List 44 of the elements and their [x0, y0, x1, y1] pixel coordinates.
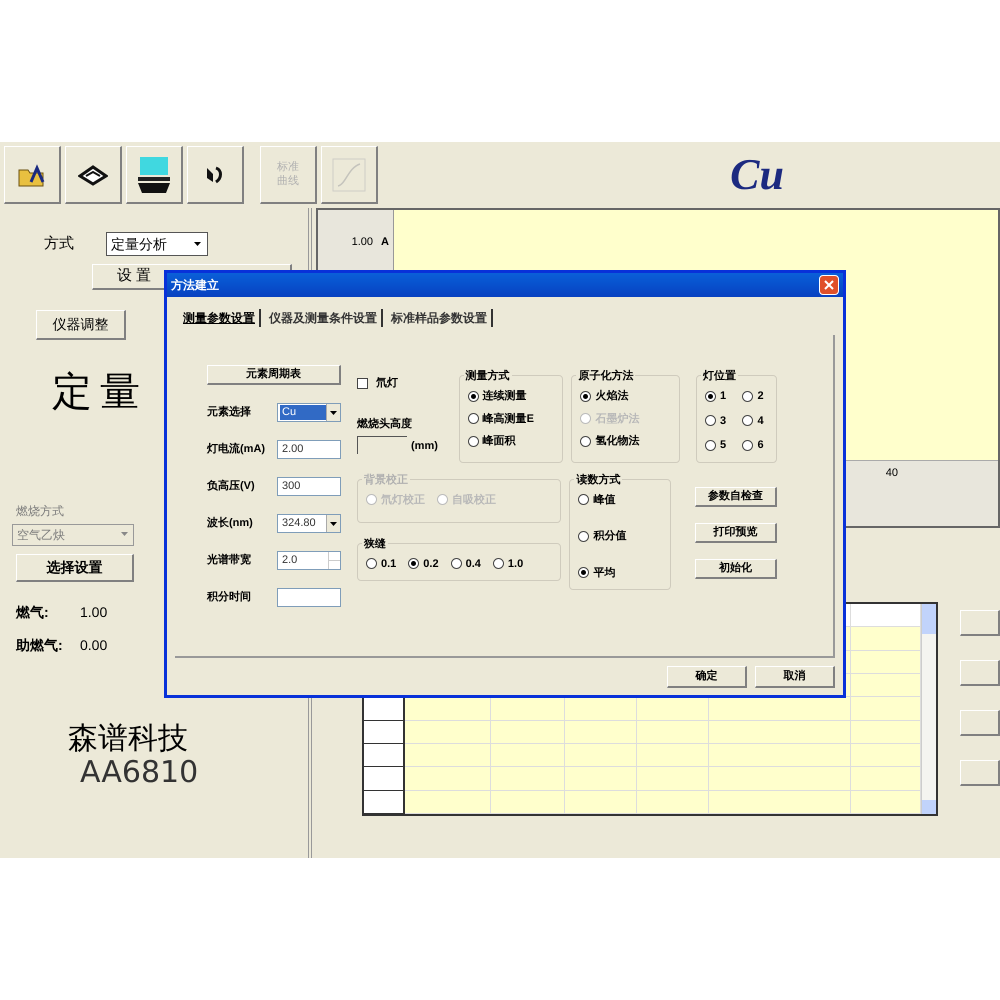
option-label: 1	[720, 389, 726, 404]
field-label: 积分时间	[207, 590, 251, 606]
reading-value: 0.00	[80, 636, 108, 655]
field-label: 元素选择	[207, 404, 251, 420]
field-label: 负高压(V)	[207, 478, 255, 494]
option-label: 峰面积	[482, 434, 516, 449]
option-label: 峰高测量E	[482, 412, 534, 426]
reading-label: 燃气:	[16, 603, 50, 622]
option-label: 0.4	[466, 556, 481, 572]
unit-label: (mm)	[411, 438, 438, 454]
burner-label: 燃烧头高度	[357, 416, 413, 432]
axis-unit-label: A	[381, 235, 389, 250]
mode-heading: 定量	[52, 372, 148, 412]
model-name: AA6810	[80, 754, 200, 792]
option-label: 0.2	[423, 556, 439, 572]
option-label: 4	[757, 414, 764, 428]
option-label: 连续测量	[482, 388, 527, 404]
dialog-title: 方法建立	[171, 277, 220, 294]
checkbox-label: 氘灯	[376, 376, 398, 391]
option-label: 6	[757, 438, 764, 453]
option-label: 2	[757, 389, 764, 404]
field-label: 灯电流(mA)	[207, 442, 266, 458]
reading-label: 助燃气:	[16, 636, 64, 655]
axis-tick-label: 40	[886, 466, 898, 481]
option-label: 0.1	[381, 556, 396, 572]
option-label: 峰值	[593, 492, 616, 508]
brand-name: 森谱科技	[68, 724, 189, 754]
option-label: 氢化物法	[595, 434, 640, 449]
option-label: 3	[720, 414, 726, 428]
element-title: Cu	[730, 149, 784, 201]
option-label: 积分值	[593, 528, 626, 544]
option-label: 火焰法	[595, 388, 628, 404]
group-title: 狭缝	[362, 536, 388, 552]
field-label: 光谱带宽	[207, 552, 251, 568]
axis-max-label: 1.00	[352, 235, 374, 250]
reading-value: 1.00	[80, 603, 108, 622]
gas-label: 燃烧方式	[16, 503, 65, 520]
option-label: 平均	[593, 566, 616, 580]
group-title: 背景校正	[362, 472, 410, 488]
option-label: 5	[720, 438, 726, 453]
option-label: 1.0	[508, 556, 524, 572]
group-title: 读数方式	[574, 472, 622, 488]
mode-label: 方式	[44, 234, 74, 254]
field-label: 波长(nm)	[207, 516, 253, 532]
